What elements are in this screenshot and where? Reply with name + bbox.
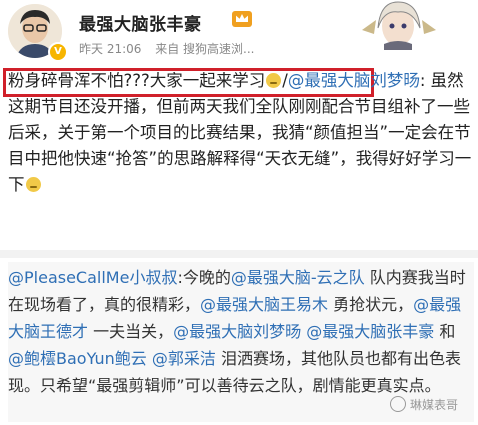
post-meta: 昨天 21:06 来自 搜狗高速浏... [79, 40, 265, 57]
verified-badge-icon: V [48, 42, 68, 62]
repost-text-segment: :今晚的 [177, 268, 231, 287]
wechat-icon [390, 396, 406, 412]
post-text: 粉身碎骨浑不怕???大家一起来学习/@最强大脑刘梦旸: 虽然这期节目还没开播，但… [8, 68, 474, 198]
repost-author-link[interactable]: @PleaseCallMe小叔叔 [8, 268, 177, 287]
mention-link[interactable]: @最强大脑刘梦旸 [173, 322, 301, 341]
repost-text-segment: 和 [434, 322, 456, 341]
anime-girl-decoration [362, 1, 436, 50]
username[interactable]: 最强大脑张丰豪 [79, 10, 202, 35]
mention-link[interactable]: @郭采洁 [152, 349, 216, 368]
mention-link[interactable]: @最强大脑刘梦旸 [288, 71, 420, 90]
vip-crown-icon [232, 11, 252, 27]
mention-link[interactable]: @最强大脑-云之队 [231, 268, 365, 287]
mention-link[interactable]: @最强大脑王易木 [200, 295, 328, 314]
repost-text: @PleaseCallMe小叔叔:今晚的@最强大脑-云之队 队内赛我当时在现场看… [8, 264, 470, 399]
mention-link[interactable]: @最强大脑张丰豪 [306, 322, 434, 341]
repost-text-segment: 勇抢状元， [328, 295, 414, 314]
post-highlight-text: 粉身碎骨浑不怕???大家一起来学习 [8, 71, 266, 90]
watermark-text: 琳媒表哥 [410, 398, 459, 412]
post-source: 来自 搜狗高速浏... [155, 42, 255, 56]
watermark: 琳媒表哥 [390, 396, 458, 413]
post-time: 昨天 21:06 [79, 42, 142, 56]
repost-text-segment: 一夫当关， [88, 322, 174, 341]
mention-link[interactable]: @鲍橒BaoYun鲍云 [8, 349, 147, 368]
divider [0, 250, 478, 258]
smile-emoji-icon [25, 177, 41, 192]
post-header: V 最强大脑张丰豪 昨天 21:06 来自 搜狗高速浏... [0, 0, 478, 62]
smile-emoji-icon [266, 73, 282, 88]
